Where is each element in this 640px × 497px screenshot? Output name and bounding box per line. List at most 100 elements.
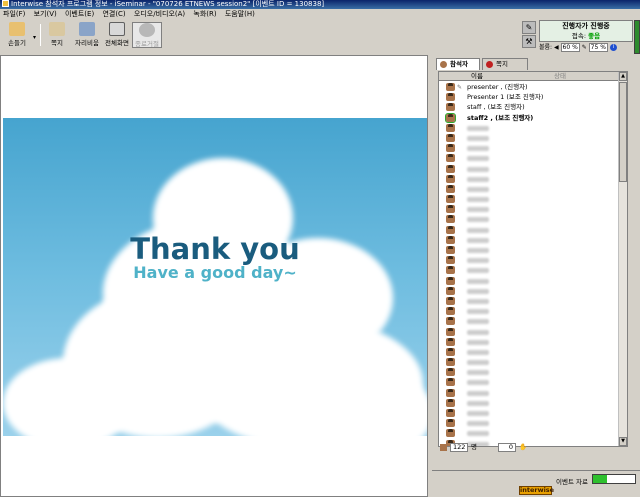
list-item[interactable] xyxy=(439,143,619,153)
column-name[interactable]: 이름 xyxy=(471,72,483,80)
list-item[interactable] xyxy=(439,408,619,418)
volume-value[interactable]: 60 % xyxy=(560,43,580,52)
presenter-status-box: 진행자가 진행중 접속: 좋음 xyxy=(539,20,633,42)
connection-label: 접속: xyxy=(571,32,587,40)
participant-name-redacted xyxy=(467,319,489,325)
tab-notes[interactable]: 쪽지 xyxy=(482,58,528,70)
list-item[interactable] xyxy=(439,225,619,235)
note-button[interactable]: 쪽지 xyxy=(42,22,72,48)
list-item[interactable] xyxy=(439,164,619,174)
menu-audio-video[interactable]: 오디오/비디오(A) xyxy=(134,10,185,18)
tab-participants[interactable]: 참석자 xyxy=(436,58,480,70)
pointer-tool-icon[interactable]: ✎ xyxy=(522,21,536,34)
list-item[interactable] xyxy=(439,174,619,184)
participant-count-unit: 명 xyxy=(471,443,477,451)
presenter-status-title: 진행자가 진행중 xyxy=(562,22,610,30)
list-item[interactable] xyxy=(439,255,619,265)
list-item[interactable] xyxy=(439,347,619,357)
participant-name-redacted xyxy=(467,186,489,192)
avatar xyxy=(446,174,455,183)
participant-name-redacted xyxy=(467,146,489,152)
tab-notes-label: 쪽지 xyxy=(496,60,508,68)
list-item[interactable] xyxy=(439,316,619,326)
participants-icon xyxy=(440,61,447,68)
column-state[interactable]: 상태 xyxy=(554,72,566,80)
menu-record[interactable]: 녹화(R) xyxy=(193,10,216,18)
away-button[interactable]: 자리비움 xyxy=(72,22,102,48)
info-icon[interactable]: i xyxy=(609,44,617,51)
participant-name-redacted xyxy=(467,268,489,274)
scroll-up-icon[interactable]: ▲ xyxy=(619,72,627,81)
avatar xyxy=(446,429,455,438)
avatar xyxy=(446,205,455,214)
list-item[interactable] xyxy=(439,327,619,337)
participant-name-redacted xyxy=(467,207,489,213)
raised-hands-count: 0 xyxy=(498,443,516,452)
participants-panel: 참석자 쪽지 이름 상태 ✎ presenter , (진행자) Presenter… xyxy=(432,55,640,467)
list-item[interactable] xyxy=(439,296,619,306)
participant-name-redacted xyxy=(467,217,489,223)
list-item[interactable] xyxy=(439,306,619,316)
avatar xyxy=(446,398,455,407)
list-item[interactable] xyxy=(439,245,619,255)
list-item[interactable] xyxy=(439,133,619,143)
list-item[interactable] xyxy=(439,214,619,224)
participant-list-header: 이름 상태 xyxy=(439,72,619,81)
avatar xyxy=(446,215,455,224)
list-item[interactable]: staff , (보조 진행자) xyxy=(439,102,619,112)
exit-button[interactable]: 종료거절 xyxy=(132,22,162,48)
participant-name-redacted xyxy=(467,125,489,131)
list-item[interactable] xyxy=(439,276,619,286)
avatar xyxy=(446,419,455,428)
away-label: 자리비움 xyxy=(75,39,99,47)
toolbar-separator xyxy=(40,24,41,46)
menu-event[interactable]: 이벤트(E) xyxy=(65,10,94,18)
list-item[interactable] xyxy=(439,398,619,408)
list-item[interactable] xyxy=(439,123,619,133)
list-item[interactable] xyxy=(439,286,619,296)
list-item[interactable] xyxy=(439,367,619,377)
list-item[interactable]: Presenter 1 (보조 진행자) xyxy=(439,92,619,102)
list-item[interactable] xyxy=(439,235,619,245)
resource-meter xyxy=(592,474,636,484)
participant-name-redacted xyxy=(467,258,489,264)
mic-icon[interactable]: ✎ xyxy=(582,44,587,51)
participant-count: 122 xyxy=(450,443,469,452)
participant-list-scrollbar[interactable]: ▲ ▼ xyxy=(618,72,627,446)
mic-value[interactable]: 75 % xyxy=(588,43,608,52)
settings-tool-icon[interactable]: ⚒ xyxy=(522,35,536,48)
list-item[interactable]: ✎ presenter , (진행자) xyxy=(439,82,619,92)
list-item[interactable] xyxy=(439,377,619,387)
menu-file[interactable]: 파일(F) xyxy=(3,10,25,18)
avatar xyxy=(446,337,455,346)
participant-name-redacted xyxy=(467,248,489,253)
notes-icon xyxy=(486,61,493,68)
list-item[interactable] xyxy=(439,204,619,214)
speaker-icon[interactable]: ◀ xyxy=(554,44,559,51)
list-item[interactable] xyxy=(439,357,619,367)
avatar xyxy=(446,133,455,142)
list-item[interactable] xyxy=(439,337,619,347)
list-item[interactable] xyxy=(439,265,619,275)
list-item[interactable] xyxy=(439,153,619,163)
participant-name: staff , (보조 진행자) xyxy=(467,103,525,112)
avatar xyxy=(446,317,455,326)
raise-hand-dropdown-icon[interactable]: ▾ xyxy=(33,34,36,41)
menu-help[interactable]: 도움말(H) xyxy=(225,10,255,18)
menu-view[interactable]: 보기(V) xyxy=(34,10,57,18)
full-screen-button[interactable]: 전체화면 xyxy=(102,22,132,48)
list-item[interactable] xyxy=(439,194,619,204)
list-item[interactable] xyxy=(439,418,619,428)
participant-name-redacted xyxy=(467,349,489,355)
scroll-thumb[interactable] xyxy=(619,82,627,182)
participant-name-redacted xyxy=(467,227,489,233)
raise-hand-button[interactable]: 손들기 xyxy=(2,22,32,48)
menu-connect[interactable]: 연결(C) xyxy=(102,10,125,18)
list-item[interactable] xyxy=(439,388,619,398)
participant-list[interactable]: 이름 상태 ✎ presenter , (진행자) Presenter 1 (보조 … xyxy=(438,71,628,447)
list-item[interactable] xyxy=(439,184,619,194)
list-item[interactable] xyxy=(439,428,619,438)
slide-subtitle: Have a good day~ xyxy=(133,263,297,282)
main-toolbar: 손들기 ▾ 쪽지 자리비움 전체화면 종료거절 xyxy=(0,20,520,50)
list-item[interactable]: staff2 , (보조 진행자) xyxy=(439,112,619,123)
